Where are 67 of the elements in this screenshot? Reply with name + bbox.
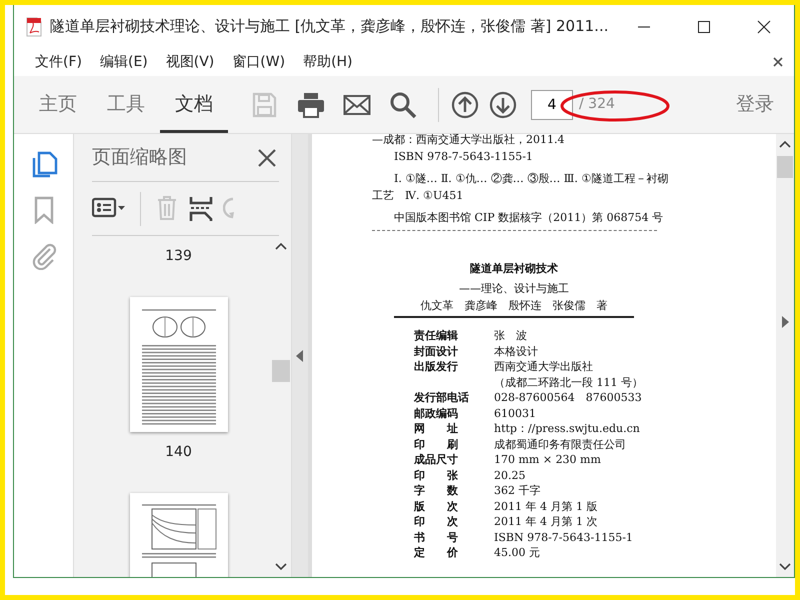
credit-value: 170 mm × 230 mm: [494, 452, 601, 468]
pdf-icon: [26, 17, 42, 38]
scroll-up-icon[interactable]: [275, 242, 287, 250]
credit-value: 20.25: [494, 468, 526, 483]
cip-text: —成都：西南交通大学出版社，2011.4: [372, 134, 566, 148]
search-icon[interactable]: [389, 90, 417, 118]
credit-label: 封面设计: [414, 344, 459, 359]
thumbnail-label: 140: [165, 443, 192, 462]
credit-value: （成都二环路北一段 111 号）: [494, 374, 643, 390]
credit-label: 网 址: [414, 421, 459, 436]
credit-label: 印 刷: [414, 436, 459, 452]
panel-title: 页面缩略图: [92, 145, 187, 170]
credit-value: 成都蜀通印务有限责任公司: [494, 436, 626, 452]
book-authors: 仇文革 龚彦峰 殷怀连 张俊儒 著: [394, 298, 634, 318]
credit-label: 字 数: [414, 483, 459, 498]
insert-pages-icon[interactable]: [189, 194, 213, 222]
page-count: / 324: [579, 95, 615, 114]
credit-value: ISBN 978-7-5643-1155-1: [494, 530, 633, 545]
menu-item[interactable]: 编辑(E): [90, 50, 157, 74]
credit-value: 362 千字: [494, 483, 540, 498]
credit-value: 028-87600564 87600533: [494, 390, 642, 406]
credit-value: 张 波: [494, 328, 527, 344]
collapse-panel-icon[interactable]: [296, 350, 304, 362]
credit-label: 责任编辑: [414, 328, 459, 344]
cip-subjects: Ⅰ. ①隧… Ⅱ. ①仇… ②龚… ③殷… Ⅲ. ①隧道工程－衬砌工艺 Ⅳ. ①U451: [372, 171, 670, 204]
scroll-up-icon[interactable]: [779, 140, 791, 148]
credit-value: 本格设计: [494, 344, 538, 359]
close-icon[interactable]: [772, 56, 784, 68]
next-page-icon[interactable]: [489, 90, 517, 118]
page-number-field[interactable]: 4: [531, 90, 573, 120]
credit-label: 书 号: [414, 530, 459, 545]
expand-pane-icon[interactable]: [781, 316, 789, 328]
toolbar-tab[interactable]: 工具: [92, 76, 160, 134]
scrollbar-thumb[interactable]: [777, 156, 793, 178]
credit-value: 2011 年 4 月第 1 版: [494, 498, 598, 514]
thumbnail-label: 139: [165, 247, 192, 266]
credit-label: 发行部电话: [414, 390, 470, 406]
window-title: 隧道单层衬砌技术理论、设计与施工 [仇文革，龚彦峰，殷怀连，张俊儒 著] 2011...: [50, 16, 610, 38]
book-title: 隧道单层衬砌技术: [469, 260, 559, 276]
menu-item[interactable]: 帮助(H): [294, 50, 362, 74]
toolbar-tab[interactable]: 主页: [24, 76, 92, 134]
credit-label: 印 次: [414, 514, 459, 530]
menu-item[interactable]: 窗口(W): [223, 50, 294, 74]
credit-value: 2011 年 4 月第 1 次: [494, 514, 598, 530]
credit-label: 成品尺寸: [414, 452, 459, 468]
credit-label: 出版发行: [414, 359, 459, 375]
credit-value: 45.00 元: [494, 545, 540, 560]
credit-value: 西南交通大学出版社: [494, 359, 594, 374]
credit-label: 定 价: [414, 545, 459, 560]
credit-label: 印 张: [414, 468, 459, 483]
scroll-down-icon[interactable]: [779, 563, 791, 571]
credit-label: 版 次: [414, 498, 459, 514]
scrollbar-thumb[interactable]: [272, 360, 290, 382]
scroll-down-icon[interactable]: [275, 563, 287, 571]
menu-item[interactable]: 文件(F): [26, 50, 91, 74]
credit-value: http：//press.swjtu.edu.cn: [494, 421, 640, 436]
cip-number: 中国版本图书馆 CIP 数据核字（2011）第 068754 号: [393, 210, 664, 226]
login-link[interactable]: 登录: [730, 89, 780, 120]
book-subtitle: ——理论、设计与施工: [458, 281, 570, 297]
print-icon[interactable]: [297, 90, 325, 118]
credit-value: 610031: [494, 406, 536, 421]
credit-label: 邮政编码: [414, 406, 459, 421]
previous-page-icon[interactable]: [451, 90, 479, 118]
maximize-button[interactable]: [696, 18, 712, 34]
cip-text: ISBN 978-7-5643-1155-1: [393, 148, 534, 164]
menu-item[interactable]: 视图(V): [156, 50, 224, 74]
close-button[interactable]: [756, 18, 772, 34]
